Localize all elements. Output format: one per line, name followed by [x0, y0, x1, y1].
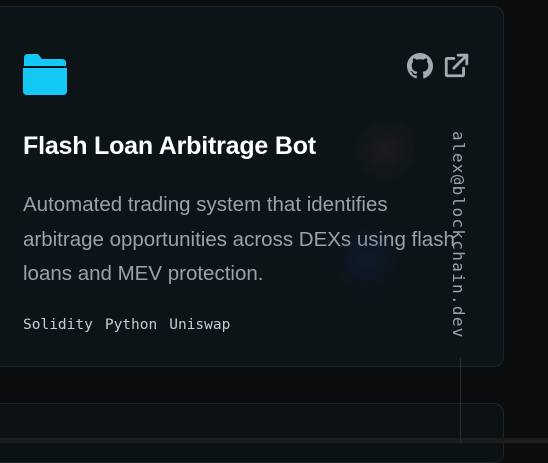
bottom-edge [0, 438, 548, 443]
tech-tag: Uniswap [169, 317, 231, 333]
github-icon[interactable] [407, 53, 433, 79]
tech-tag: Python [104, 317, 158, 333]
project-title[interactable]: Flash Loan Arbitrage Bot [23, 132, 316, 161]
external-link-icon[interactable] [443, 53, 469, 79]
folder-icon [23, 54, 67, 95]
next-project-card [0, 403, 504, 463]
tech-tags: Solidity Python Uniswap [23, 317, 230, 333]
email-link[interactable]: alex@blockchain.dev [449, 131, 468, 339]
project-card: Flash Loan Arbitrage Bot Automated tradi… [0, 6, 504, 367]
project-description: Automated trading system that identifies… [23, 193, 455, 285]
tech-tag: Solidity [23, 317, 93, 333]
email-divider-line [460, 358, 461, 443]
